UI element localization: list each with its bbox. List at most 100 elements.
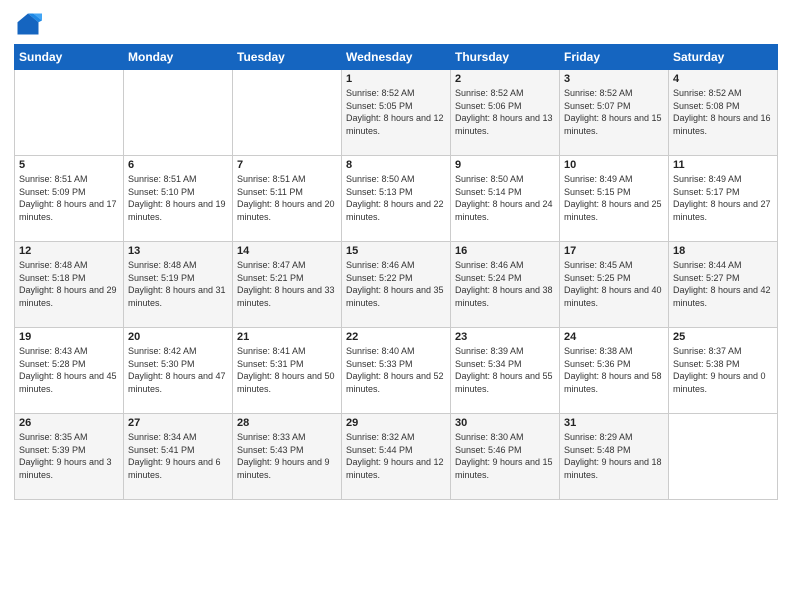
day-number: 14 <box>237 245 337 257</box>
day-number: 15 <box>346 245 446 257</box>
day-number: 4 <box>673 73 773 85</box>
day-info: Sunrise: 8:42 AM Sunset: 5:30 PM Dayligh… <box>128 345 228 395</box>
day-info: Sunrise: 8:46 AM Sunset: 5:22 PM Dayligh… <box>346 259 446 309</box>
week-row-5: 26 Sunrise: 8:35 AM Sunset: 5:39 PM Dayli… <box>15 414 778 500</box>
day-info: Sunrise: 8:50 AM Sunset: 5:13 PM Dayligh… <box>346 173 446 223</box>
weekday-header-wednesday: Wednesday <box>342 45 451 70</box>
day-number: 11 <box>673 159 773 171</box>
weekday-header-tuesday: Tuesday <box>233 45 342 70</box>
week-row-3: 12Sunrise: 8:48 AM Sunset: 5:18 PM Dayli… <box>15 242 778 328</box>
week-row-2: 5 Sunrise: 8:51 AM Sunset: 5:09 PM Daylig… <box>15 156 778 242</box>
day-number: 20 <box>128 331 228 343</box>
day-number: 13 <box>128 245 228 257</box>
day-cell: 3 Sunrise: 8:52 AM Sunset: 5:07 PM Daylig… <box>560 70 669 156</box>
day-cell: 27Sunrise: 8:34 AM Sunset: 5:41 PM Dayli… <box>124 414 233 500</box>
day-info: Sunrise: 8:48 AM Sunset: 5:18 PM Dayligh… <box>19 259 119 309</box>
day-number: 23 <box>455 331 555 343</box>
day-info: Sunrise: 8:51 AM Sunset: 5:09 PM Dayligh… <box>19 173 119 223</box>
day-cell: 16 Sunrise: 8:46 AM Sunset: 5:24 PM Dayli… <box>451 242 560 328</box>
weekday-header-saturday: Saturday <box>669 45 778 70</box>
day-cell: 25 Sunrise: 8:37 AM Sunset: 5:38 PM Dayli… <box>669 328 778 414</box>
day-number: 16 <box>455 245 555 257</box>
day-number: 2 <box>455 73 555 85</box>
day-info: Sunrise: 8:33 AM Sunset: 5:43 PM Dayligh… <box>237 431 337 481</box>
day-number: 3 <box>564 73 664 85</box>
day-info: Sunrise: 8:44 AM Sunset: 5:27 PM Dayligh… <box>673 259 773 309</box>
day-info: Sunrise: 8:50 AM Sunset: 5:14 PM Dayligh… <box>455 173 555 223</box>
day-cell: 26 Sunrise: 8:35 AM Sunset: 5:39 PM Dayli… <box>15 414 124 500</box>
weekday-header-monday: Monday <box>124 45 233 70</box>
day-info: Sunrise: 8:46 AM Sunset: 5:24 PM Dayligh… <box>455 259 555 309</box>
day-cell <box>15 70 124 156</box>
day-cell: 29 Sunrise: 8:32 AM Sunset: 5:44 PM Dayli… <box>342 414 451 500</box>
day-cell: 11 Sunrise: 8:49 AM Sunset: 5:17 PM Dayli… <box>669 156 778 242</box>
day-info: Sunrise: 8:49 AM Sunset: 5:15 PM Dayligh… <box>564 173 664 223</box>
day-cell: 9Sunrise: 8:50 AM Sunset: 5:14 PM Daylig… <box>451 156 560 242</box>
day-cell: 14 Sunrise: 8:47 AM Sunset: 5:21 PM Dayli… <box>233 242 342 328</box>
day-cell: 21 Sunrise: 8:41 AM Sunset: 5:31 PM Dayli… <box>233 328 342 414</box>
logo-icon <box>14 10 42 38</box>
logo <box>14 10 46 38</box>
day-info: Sunrise: 8:49 AM Sunset: 5:17 PM Dayligh… <box>673 173 773 223</box>
week-row-4: 19Sunrise: 8:43 AM Sunset: 5:28 PM Dayli… <box>15 328 778 414</box>
weekday-header-row: SundayMondayTuesdayWednesdayThursdayFrid… <box>15 45 778 70</box>
day-number: 17 <box>564 245 664 257</box>
day-cell: 31Sunrise: 8:29 AM Sunset: 5:48 PM Dayli… <box>560 414 669 500</box>
day-cell: 19Sunrise: 8:43 AM Sunset: 5:28 PM Dayli… <box>15 328 124 414</box>
day-info: Sunrise: 8:39 AM Sunset: 5:34 PM Dayligh… <box>455 345 555 395</box>
day-info: Sunrise: 8:48 AM Sunset: 5:19 PM Dayligh… <box>128 259 228 309</box>
day-cell: 5 Sunrise: 8:51 AM Sunset: 5:09 PM Daylig… <box>15 156 124 242</box>
day-cell <box>233 70 342 156</box>
day-cell: 18 Sunrise: 8:44 AM Sunset: 5:27 PM Dayli… <box>669 242 778 328</box>
day-cell: 23 Sunrise: 8:39 AM Sunset: 5:34 PM Dayli… <box>451 328 560 414</box>
day-info: Sunrise: 8:52 AM Sunset: 5:08 PM Dayligh… <box>673 87 773 137</box>
day-cell: 2 Sunrise: 8:52 AM Sunset: 5:06 PM Daylig… <box>451 70 560 156</box>
day-info: Sunrise: 8:38 AM Sunset: 5:36 PM Dayligh… <box>564 345 664 395</box>
day-info: Sunrise: 8:52 AM Sunset: 5:05 PM Dayligh… <box>346 87 446 137</box>
calendar: SundayMondayTuesdayWednesdayThursdayFrid… <box>14 44 778 500</box>
weekday-header-sunday: Sunday <box>15 45 124 70</box>
day-number: 30 <box>455 417 555 429</box>
day-cell: 24 Sunrise: 8:38 AM Sunset: 5:36 PM Dayli… <box>560 328 669 414</box>
day-cell: 1 Sunrise: 8:52 AM Sunset: 5:05 PM Daylig… <box>342 70 451 156</box>
day-cell: 7Sunrise: 8:51 AM Sunset: 5:11 PM Daylig… <box>233 156 342 242</box>
day-cell <box>669 414 778 500</box>
day-info: Sunrise: 8:51 AM Sunset: 5:11 PM Dayligh… <box>237 173 337 223</box>
day-info: Sunrise: 8:41 AM Sunset: 5:31 PM Dayligh… <box>237 345 337 395</box>
week-row-1: 1 Sunrise: 8:52 AM Sunset: 5:05 PM Daylig… <box>15 70 778 156</box>
day-number: 26 <box>19 417 119 429</box>
calendar-body: 1 Sunrise: 8:52 AM Sunset: 5:05 PM Daylig… <box>15 70 778 500</box>
day-info: Sunrise: 8:32 AM Sunset: 5:44 PM Dayligh… <box>346 431 446 481</box>
day-cell: 6Sunrise: 8:51 AM Sunset: 5:10 PM Daylig… <box>124 156 233 242</box>
day-number: 22 <box>346 331 446 343</box>
day-number: 28 <box>237 417 337 429</box>
day-number: 18 <box>673 245 773 257</box>
day-number: 1 <box>346 73 446 85</box>
day-number: 21 <box>237 331 337 343</box>
calendar-header: SundayMondayTuesdayWednesdayThursdayFrid… <box>15 45 778 70</box>
day-number: 29 <box>346 417 446 429</box>
day-number: 24 <box>564 331 664 343</box>
day-info: Sunrise: 8:37 AM Sunset: 5:38 PM Dayligh… <box>673 345 773 395</box>
day-cell: 20 Sunrise: 8:42 AM Sunset: 5:30 PM Dayli… <box>124 328 233 414</box>
weekday-header-thursday: Thursday <box>451 45 560 70</box>
day-info: Sunrise: 8:47 AM Sunset: 5:21 PM Dayligh… <box>237 259 337 309</box>
day-number: 10 <box>564 159 664 171</box>
day-info: Sunrise: 8:35 AM Sunset: 5:39 PM Dayligh… <box>19 431 119 481</box>
day-number: 27 <box>128 417 228 429</box>
day-number: 6 <box>128 159 228 171</box>
day-cell: 22Sunrise: 8:40 AM Sunset: 5:33 PM Dayli… <box>342 328 451 414</box>
weekday-header-friday: Friday <box>560 45 669 70</box>
day-cell: 17 Sunrise: 8:45 AM Sunset: 5:25 PM Dayli… <box>560 242 669 328</box>
day-info: Sunrise: 8:52 AM Sunset: 5:07 PM Dayligh… <box>564 87 664 137</box>
day-number: 25 <box>673 331 773 343</box>
day-info: Sunrise: 8:52 AM Sunset: 5:06 PM Dayligh… <box>455 87 555 137</box>
day-number: 5 <box>19 159 119 171</box>
header-row <box>14 10 778 38</box>
day-info: Sunrise: 8:30 AM Sunset: 5:46 PM Dayligh… <box>455 431 555 481</box>
day-number: 19 <box>19 331 119 343</box>
day-cell: 30 Sunrise: 8:30 AM Sunset: 5:46 PM Dayli… <box>451 414 560 500</box>
day-cell: 15 Sunrise: 8:46 AM Sunset: 5:22 PM Dayli… <box>342 242 451 328</box>
day-info: Sunrise: 8:45 AM Sunset: 5:25 PM Dayligh… <box>564 259 664 309</box>
day-cell: 13 Sunrise: 8:48 AM Sunset: 5:19 PM Dayli… <box>124 242 233 328</box>
